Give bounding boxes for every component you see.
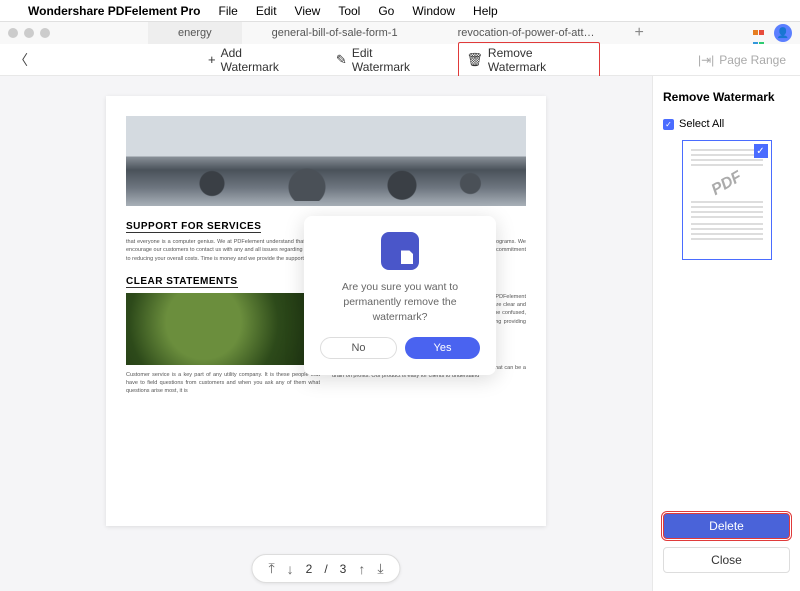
tab-label: revocation-of-power-of-att… [458,27,595,39]
button-label: Close [711,553,742,567]
add-watermark-button[interactable]: + Add Watermark [200,42,310,78]
dialog-no-button[interactable]: No [320,337,397,359]
menu-edit[interactable]: Edit [256,4,277,18]
section-heading: SUPPORT FOR SERVICES [126,221,261,233]
menu-window[interactable]: Window [412,4,455,18]
window-zoom-icon[interactable] [40,28,50,38]
apps-grid-icon[interactable] [752,26,766,40]
page-range-icon: |⇥| [698,53,714,67]
tab-label: energy [178,27,212,39]
app-logo-icon [381,232,419,270]
tab-label: general-bill-of-sale-form-1 [272,27,398,39]
body-paragraph: Customer service is a key part of any ut… [126,371,320,396]
macos-menubar: Wondershare PDFelement Pro File Edit Vie… [0,0,800,22]
window-controls [8,28,50,38]
window-minimize-icon[interactable] [24,28,34,38]
button-label: Delete [709,519,744,533]
last-page-button[interactable]: ⤓ [377,560,383,577]
thumb-lines [691,223,763,241]
dialog-message: Are you sure you want to permanently rem… [320,280,480,324]
button-label: Edit Watermark [352,46,433,74]
button-label: Yes [434,342,452,354]
total-pages: 3 [340,562,347,576]
button-label: No [351,342,365,354]
menu-view[interactable]: View [295,4,321,18]
menu-help[interactable]: Help [473,4,498,18]
remove-watermark-button[interactable]: 🗑 Remove Watermark [458,42,600,78]
trash-icon: 🗑 [466,52,483,68]
pencil-icon: ✎ [336,52,347,68]
checkbox-icon: ✓ [663,119,674,130]
menu-tool[interactable]: Tool [338,4,360,18]
select-all-label: Select All [679,118,724,130]
app-name[interactable]: Wondershare PDFelement Pro [28,4,201,18]
back-button[interactable]: 〈 [14,50,28,70]
button-label: Page Range [719,53,786,67]
watermark-thumbnail[interactable]: ✓ PDF [682,140,772,260]
user-avatar[interactable]: 👤 [774,24,792,42]
menu-go[interactable]: Go [378,4,394,18]
check-icon: ✓ [754,144,768,158]
aerial-image [126,293,320,365]
delete-button[interactable]: Delete [663,513,790,539]
prev-page-button[interactable]: ↓ [287,561,294,577]
watermark-toolbar: 〈 + Add Watermark ✎ Edit Watermark 🗑 Rem… [0,44,800,76]
first-page-button[interactable]: ⤒ [268,560,274,577]
close-button[interactable]: Close [663,547,790,573]
section-heading: CLEAR STATEMENTS [126,276,238,288]
button-label: Add Watermark [221,46,302,74]
remove-watermark-panel: Remove Watermark ✓ Select All ✓ PDF Dele… [652,76,800,591]
current-page[interactable]: 2 [306,562,313,576]
select-all-checkbox[interactable]: ✓ Select All [663,118,790,130]
plus-icon: + [208,52,216,67]
dialog-yes-button[interactable]: Yes [405,337,480,359]
page-separator: / [324,562,327,576]
confirm-dialog: Are you sure you want to permanently rem… [304,216,496,374]
menu-file[interactable]: File [219,4,238,18]
hero-image [126,116,526,206]
button-label: Remove Watermark [488,46,592,74]
edit-watermark-button[interactable]: ✎ Edit Watermark [328,42,441,78]
add-tab-button[interactable]: + [625,24,654,42]
next-page-button[interactable]: ↑ [358,561,365,577]
panel-title: Remove Watermark [663,90,790,104]
page-navigator: ⤒ ↓ 2 / 3 ↑ ⤓ [251,554,400,583]
page-range-button[interactable]: |⇥| Page Range [698,53,786,67]
window-close-icon[interactable] [8,28,18,38]
